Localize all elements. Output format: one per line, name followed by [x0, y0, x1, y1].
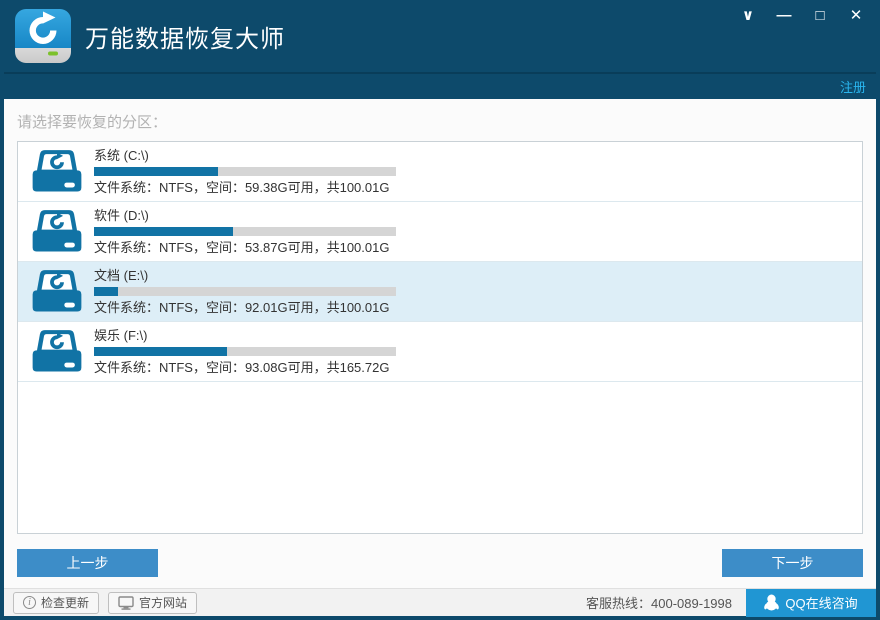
partition-row-c[interactable]: 系统 (C:\) 文件系统：NTFS，空间：59.38G可用，共100.01G [18, 142, 862, 202]
drive-icon [31, 209, 83, 255]
prev-step-button[interactable]: 上一步 [17, 549, 158, 577]
menu-chevron-icon[interactable]: ∨ [736, 4, 760, 28]
usage-bar-fill [94, 287, 118, 296]
partition-detail: 文件系统：NTFS，空间：92.01G可用，共100.01G [94, 300, 396, 315]
partition-info: 软件 (D:\) 文件系统：NTFS，空间：53.87G可用，共100.01G [94, 208, 396, 255]
drive-icon [31, 329, 83, 375]
usage-bar-fill [94, 227, 233, 236]
partition-name: 文档 (E:\) [94, 268, 396, 283]
usage-bar-fill [94, 347, 227, 356]
qq-consult-label: QQ在线咨询 [785, 593, 857, 612]
partition-row-f[interactable]: 娱乐 (F:\) 文件系统：NTFS，空间：93.08G可用，共165.72G [18, 322, 862, 382]
partition-name: 软件 (D:\) [94, 208, 396, 223]
hotline-text: 客服热线：400-089-1998 [586, 593, 746, 612]
check-update-label: 检查更新 [41, 594, 89, 611]
info-icon: i [23, 596, 36, 609]
qq-consult-button[interactable]: QQ在线咨询 [746, 589, 876, 617]
app-logo-icon [15, 9, 71, 63]
maximize-icon[interactable]: □ [808, 4, 832, 28]
partition-info: 系统 (C:\) 文件系统：NTFS，空间：59.38G可用，共100.01G [94, 148, 396, 195]
app-window: 万能数据恢复大师 ∨ — □ ✕ 注册 请选择要恢复的分区： [0, 0, 880, 620]
next-step-button[interactable]: 下一步 [722, 549, 863, 577]
main-content: 请选择要恢复的分区： 系统 (C:\) 文件系统：NTFS，空间：59.38 [4, 99, 876, 588]
usage-bar [94, 227, 396, 236]
step-buttons: 上一步 下一步 [17, 549, 863, 577]
partition-info: 娱乐 (F:\) 文件系统：NTFS，空间：93.08G可用，共165.72G [94, 328, 396, 375]
sub-bar: 注册 [4, 74, 876, 99]
partition-detail: 文件系统：NTFS，空间：93.08G可用，共165.72G [94, 360, 396, 375]
qq-penguin-icon [764, 594, 779, 611]
drive-icon [31, 149, 83, 195]
partition-name: 娱乐 (F:\) [94, 328, 396, 343]
title-bar: 万能数据恢复大师 ∨ — □ ✕ [4, 0, 876, 74]
official-site-label: 官方网站 [139, 594, 187, 611]
check-update-button[interactable]: i 检查更新 [13, 592, 99, 614]
register-link[interactable]: 注册 [840, 77, 866, 96]
usage-bar [94, 287, 396, 296]
window-controls: ∨ — □ ✕ [736, 4, 868, 28]
usage-bar [94, 347, 396, 356]
partition-row-e[interactable]: 文档 (E:\) 文件系统：NTFS，空间：92.01G可用，共100.01G [18, 262, 862, 322]
partition-name: 系统 (C:\) [94, 148, 396, 163]
close-icon[interactable]: ✕ [844, 4, 868, 28]
partition-info: 文档 (E:\) 文件系统：NTFS，空间：92.01G可用，共100.01G [94, 268, 396, 315]
footer-bar: i 检查更新 官方网站 客服热线：400-089-1998 QQ在线咨询 [4, 588, 876, 616]
partition-list: 系统 (C:\) 文件系统：NTFS，空间：59.38G可用，共100.01G [17, 141, 863, 534]
select-partition-hint: 请选择要恢复的分区： [17, 99, 863, 132]
official-site-button[interactable]: 官方网站 [108, 592, 197, 614]
usage-bar-fill [94, 167, 218, 176]
monitor-icon [118, 596, 134, 610]
drive-icon [31, 269, 83, 315]
usage-bar [94, 167, 396, 176]
minimize-icon[interactable]: — [772, 4, 796, 28]
app-title: 万能数据恢复大师 [85, 19, 285, 54]
partition-detail: 文件系统：NTFS，空间：59.38G可用，共100.01G [94, 180, 396, 195]
partition-detail: 文件系统：NTFS，空间：53.87G可用，共100.01G [94, 240, 396, 255]
partition-row-d[interactable]: 软件 (D:\) 文件系统：NTFS，空间：53.87G可用，共100.01G [18, 202, 862, 262]
